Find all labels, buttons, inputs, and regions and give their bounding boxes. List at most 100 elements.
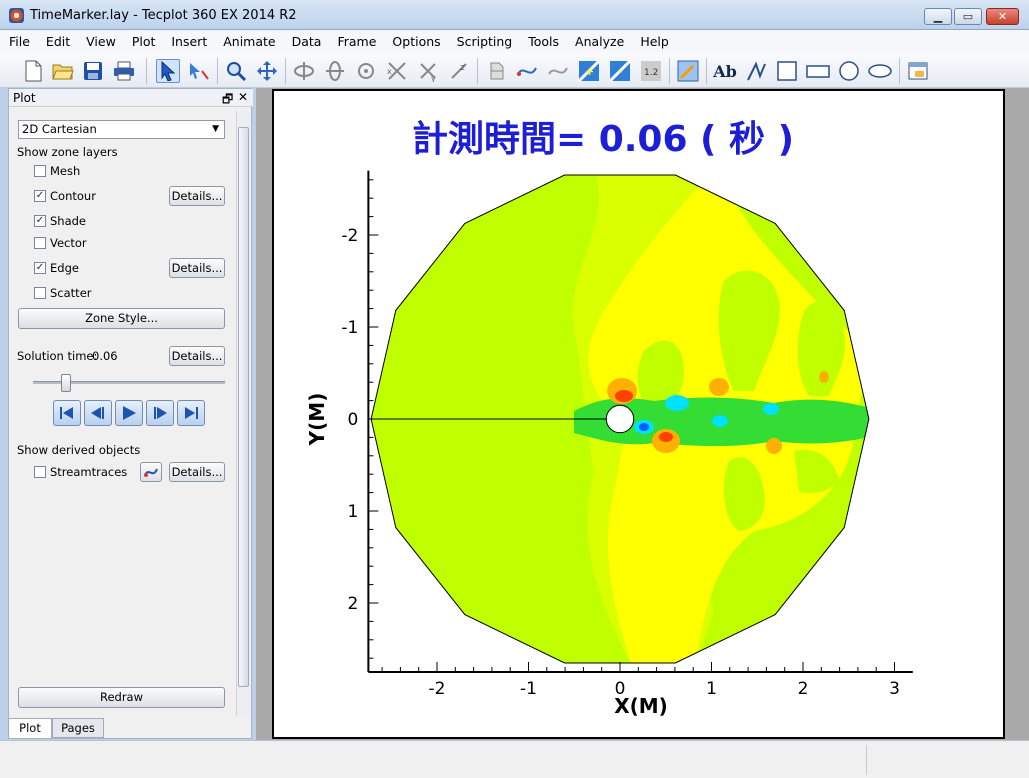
mesh-label: Mesh [50, 164, 81, 178]
menu-analyze[interactable]: Analyze [575, 34, 624, 49]
step-back-button[interactable] [84, 400, 112, 426]
remove-contour-level-icon[interactable]: – [608, 59, 632, 83]
new-layout-icon[interactable] [21, 59, 45, 83]
open-layout-icon[interactable] [51, 59, 75, 83]
maximize-button[interactable]: ▭ [954, 8, 982, 25]
scrollbar-thumb[interactable] [238, 127, 249, 687]
plot-frame[interactable]: 計測時間= 0.06 ( 秒 ) -2 -1 0 1 2 3 2 1 0 -1 … [272, 89, 1005, 739]
tecplot-app-icon [9, 8, 24, 23]
close-panel-icon[interactable]: ✕ [238, 90, 248, 104]
rotate-z-icon[interactable] [354, 59, 378, 83]
skip-to-end-icon [185, 407, 198, 419]
menu-insert[interactable]: Insert [171, 34, 207, 49]
streamtrace-icon [144, 468, 158, 477]
streamtrace-tool-button[interactable] [140, 462, 162, 482]
contour-details-button[interactable]: Details... [169, 186, 225, 206]
menu-view[interactable]: View [86, 34, 116, 49]
x-tick-label: -1 [520, 679, 537, 699]
y-tick-label: -1 [341, 318, 358, 338]
contour-label-icon[interactable]: 1.2 [639, 59, 663, 83]
spherical-rotate-icon[interactable]: y [416, 59, 440, 83]
add-contour-level-icon[interactable]: + [577, 59, 601, 83]
menu-options[interactable]: Options [392, 34, 440, 49]
circle-icon[interactable] [837, 59, 861, 83]
menu-file[interactable]: File [9, 34, 30, 49]
menu-bar: File Edit View Plot Insert Animate Data … [0, 30, 1029, 52]
streamtraces-checkbox[interactable] [34, 466, 46, 478]
edge-label: Edge [50, 261, 79, 275]
tab-plot[interactable]: Plot [8, 718, 52, 738]
streamtraces-label: Streamtraces [50, 465, 128, 479]
menu-plot[interactable]: Plot [132, 34, 156, 49]
print-icon[interactable] [112, 59, 136, 83]
shade-checkbox[interactable]: ✓ [34, 215, 46, 227]
first-frame-button[interactable] [53, 400, 81, 426]
menu-edit[interactable]: Edit [46, 34, 70, 49]
panel-scrollbar[interactable] [236, 111, 250, 716]
vortex-orange [819, 371, 829, 383]
polyline-icon[interactable] [744, 59, 768, 83]
maximize-icon: ▭ [962, 10, 974, 23]
ellipse-icon[interactable] [868, 59, 892, 83]
rotate-x-icon[interactable] [292, 59, 316, 83]
plot-type-value: 2D Cartesian [22, 122, 97, 136]
scatter-checkbox[interactable] [34, 287, 46, 299]
redraw-button[interactable]: Redraw [18, 687, 225, 708]
play-button[interactable] [115, 400, 143, 426]
frame-icon[interactable] [906, 59, 930, 83]
svg-text:1.2: 1.2 [644, 68, 658, 78]
contour-checkbox[interactable]: ✓ [34, 190, 46, 202]
menu-frame[interactable]: Frame [337, 34, 376, 49]
slider-thumb[interactable] [61, 374, 71, 392]
menu-tools[interactable]: Tools [528, 34, 559, 49]
y-tick-label: -2 [341, 226, 358, 246]
step-forward-button[interactable] [146, 400, 174, 426]
plot-title: 計測時間= 0.06 ( 秒 ) [412, 119, 794, 160]
contour-plot[interactable]: 計測時間= 0.06 ( 秒 ) -2 -1 0 1 2 3 2 1 0 -1 … [274, 91, 1003, 737]
rectangle-icon[interactable] [806, 59, 830, 83]
menu-data[interactable]: Data [292, 34, 322, 49]
streamtraces-details-button[interactable]: Details... [169, 462, 225, 482]
zoom-icon[interactable] [224, 59, 248, 83]
zone-style-button[interactable]: Zone Style... [18, 308, 225, 329]
window-title: TimeMarker.lay - Tecplot 360 EX 2014 R2 [30, 8, 297, 23]
y-axis-label: Y(M) [305, 393, 329, 447]
save-icon[interactable] [81, 59, 105, 83]
status-bar [0, 740, 1029, 778]
rotate-y-icon[interactable] [323, 59, 347, 83]
plot-type-select[interactable]: 2D Cartesian ▼ [18, 120, 225, 139]
square-icon[interactable] [775, 59, 799, 83]
mesh-checkbox[interactable] [34, 165, 46, 177]
close-icon: ✕ [997, 10, 1008, 23]
select-arrow-icon[interactable] [156, 59, 180, 83]
translate-icon[interactable] [255, 59, 279, 83]
undock-icon[interactable]: 🗗 [222, 90, 233, 111]
adjustor-arrow-icon[interactable] [187, 59, 211, 83]
solution-time-details-button[interactable]: Details... [169, 346, 225, 366]
edge-details-button[interactable]: Details... [169, 258, 225, 278]
streamtrace-icon[interactable] [515, 59, 539, 83]
title-bar: TimeMarker.lay - Tecplot 360 EX 2014 R2 … [0, 0, 1029, 30]
probe-icon[interactable] [676, 59, 700, 83]
menu-scripting[interactable]: Scripting [457, 34, 513, 49]
roller-ball-icon[interactable]: z [447, 59, 471, 83]
vortex-orange [709, 378, 729, 396]
status-divider [866, 745, 867, 775]
rotate-xy-icon[interactable]: x [385, 59, 409, 83]
tab-pages[interactable]: Pages [52, 718, 104, 738]
text-icon[interactable]: Ab [713, 59, 737, 83]
toolbar-separator [285, 58, 286, 84]
menu-help[interactable]: Help [640, 34, 669, 49]
extract-icon[interactable] [546, 59, 570, 83]
vortex-red [615, 390, 633, 402]
slice-icon[interactable] [484, 59, 508, 83]
step-back-icon [91, 407, 104, 419]
menu-animate[interactable]: Animate [223, 34, 275, 49]
skip-to-start-icon [60, 407, 73, 419]
last-frame-button[interactable] [177, 400, 205, 426]
minimize-button[interactable]: ▁ [924, 8, 952, 25]
edge-checkbox[interactable]: ✓ [34, 262, 46, 274]
shade-label: Shade [50, 214, 87, 228]
close-button[interactable]: ✕ [986, 8, 1019, 25]
vector-checkbox[interactable] [34, 237, 46, 249]
